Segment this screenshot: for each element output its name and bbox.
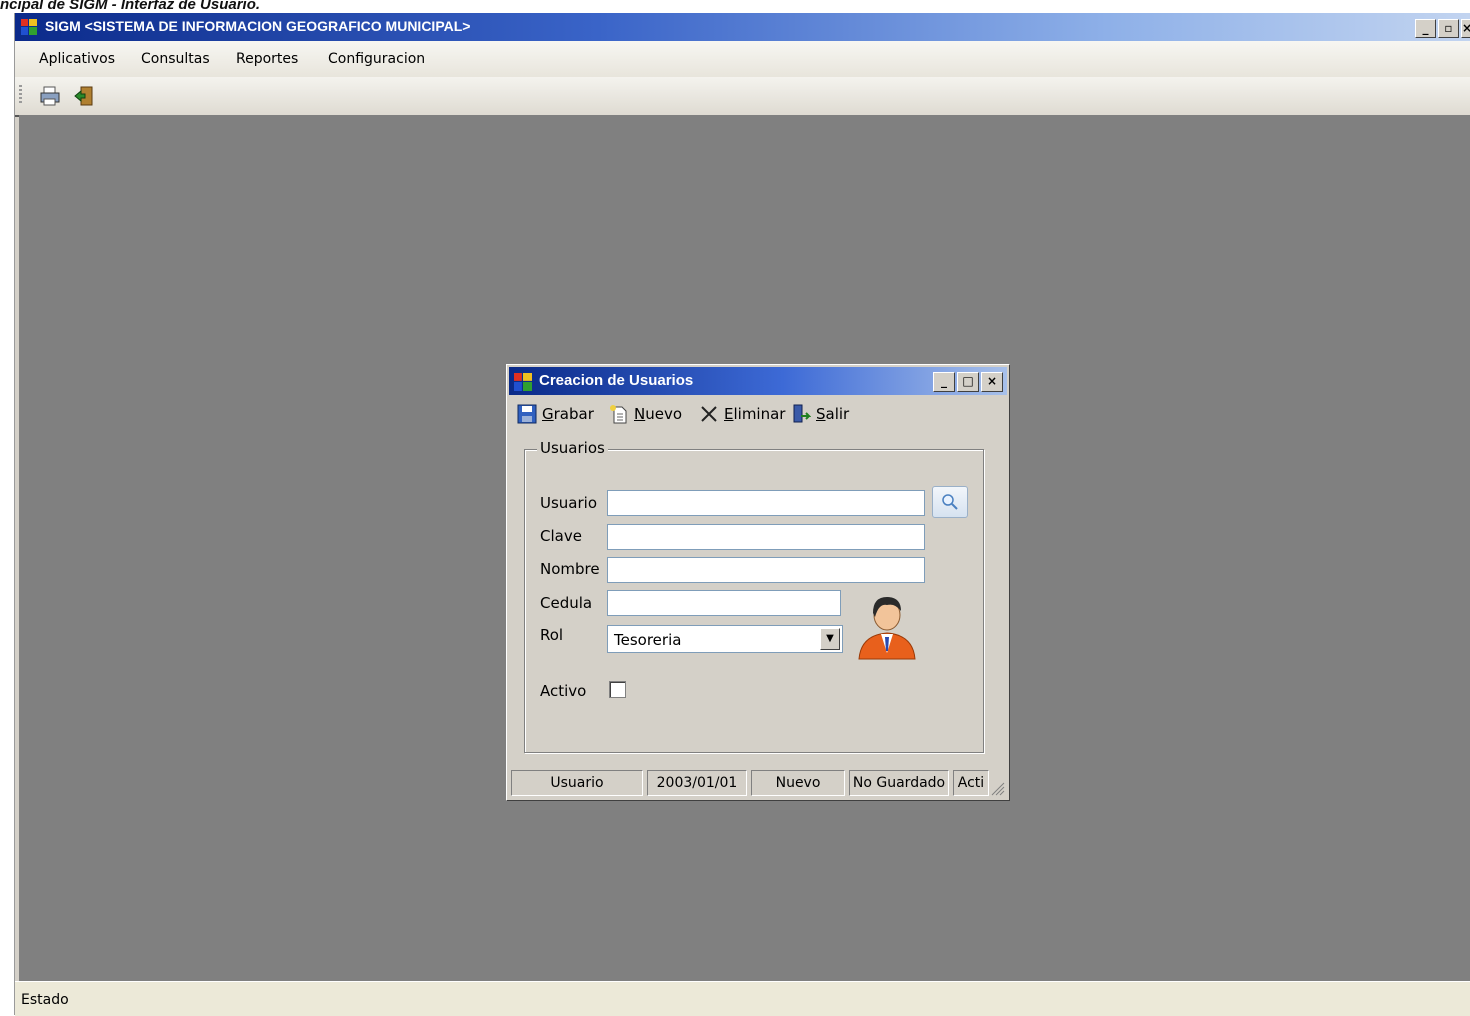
eliminar-label-rest: liminar (733, 405, 786, 423)
nuevo-accesskey: N (634, 405, 646, 423)
cedula-label: Cedula (540, 594, 593, 612)
menu-consultas[interactable]: Consultas (141, 51, 210, 67)
grabar-label-rest: rabar (553, 405, 594, 423)
salir-button[interactable]: Salir (791, 404, 849, 424)
clave-input[interactable] (607, 524, 925, 550)
resize-grip-icon[interactable] (989, 780, 1005, 796)
salir-accesskey: S (816, 405, 826, 423)
main-status-bar: Estado (15, 981, 1470, 1016)
usuario-input[interactable] (607, 490, 925, 516)
delete-x-icon (701, 406, 717, 422)
app-icon (21, 19, 37, 35)
search-icon (942, 494, 958, 510)
nuevo-button[interactable]: Nuevo (609, 404, 682, 424)
status-panel-mode: Nuevo (751, 770, 845, 796)
eliminar-button[interactable]: Eliminar (699, 404, 785, 424)
main-window-title: SIGM <SISTEMA DE INFORMACION GEOGRAFICO … (45, 18, 471, 34)
minimize-button[interactable]: _ (1415, 19, 1436, 38)
exit-icon (793, 404, 811, 423)
rol-selected-value: Tesoreria (614, 631, 682, 649)
dialog-app-icon (514, 373, 532, 391)
restore-button[interactable]: ▫ (1438, 19, 1459, 38)
clave-label: Clave (540, 527, 582, 545)
rol-select[interactable]: Tesoreria ▼ (607, 625, 843, 653)
print-icon[interactable] (39, 85, 61, 107)
status-panel-active: Acti (953, 770, 989, 796)
activo-label: Activo (540, 682, 587, 700)
user-avatar-icon (858, 597, 916, 660)
menu-aplicativos[interactable]: Aplicativos (39, 51, 115, 67)
main-toolbar (15, 77, 1470, 117)
dialog-minimize-button[interactable]: _ (933, 372, 955, 392)
status-label: Estado (21, 992, 69, 1008)
search-user-button[interactable] (932, 486, 968, 518)
main-title-bar[interactable]: SIGM <SISTEMA DE INFORMACION GEOGRAFICO … (15, 13, 1470, 41)
dialog-status-bar: Usuario 2003/01/01 Nuevo No Guardado Act… (509, 768, 1007, 798)
new-document-icon (610, 405, 627, 424)
user-creation-dialog: Creacion de Usuarios _ □ × Grabar Nuevo (506, 364, 1010, 801)
toolbar-grip[interactable] (19, 85, 22, 105)
salir-label-rest: alir (825, 405, 850, 423)
dialog-toolbar: Grabar Nuevo Eliminar Salir (509, 397, 1007, 431)
status-panel-user: Usuario (511, 770, 643, 796)
rol-label: Rol (540, 626, 564, 644)
menu-reportes[interactable]: Reportes (236, 51, 298, 67)
activo-checkbox[interactable] (609, 681, 626, 698)
dialog-title: Creacion de Usuarios (539, 372, 694, 389)
close-button[interactable]: × (1461, 19, 1470, 38)
dialog-maximize-button[interactable]: □ (957, 372, 979, 392)
save-icon (517, 404, 537, 424)
status-panel-date: 2003/01/01 (647, 770, 747, 796)
grabar-button[interactable]: Grabar (517, 404, 594, 424)
cedula-input[interactable] (607, 590, 841, 616)
dialog-close-button[interactable]: × (981, 372, 1003, 392)
menu-configuracion[interactable]: Configuracion (328, 51, 425, 67)
status-panel-saved: No Guardado (849, 770, 949, 796)
grabar-accesskey: G (542, 405, 554, 423)
usuario-label: Usuario (540, 494, 598, 512)
group-label: Usuarios (537, 439, 608, 457)
dialog-title-bar[interactable]: Creacion de Usuarios _ □ × (509, 367, 1007, 395)
exit-door-icon[interactable] (73, 85, 95, 107)
menu-bar: Aplicativos Consultas Reportes Configura… (15, 41, 1470, 77)
chevron-down-icon[interactable]: ▼ (820, 628, 840, 650)
nombre-input[interactable] (607, 557, 925, 583)
figure-caption: ncipal de SIGM - Interfaz de Usuario. (0, 0, 261, 13)
nuevo-label-rest: uevo (645, 405, 683, 423)
nombre-label: Nombre (540, 560, 600, 578)
